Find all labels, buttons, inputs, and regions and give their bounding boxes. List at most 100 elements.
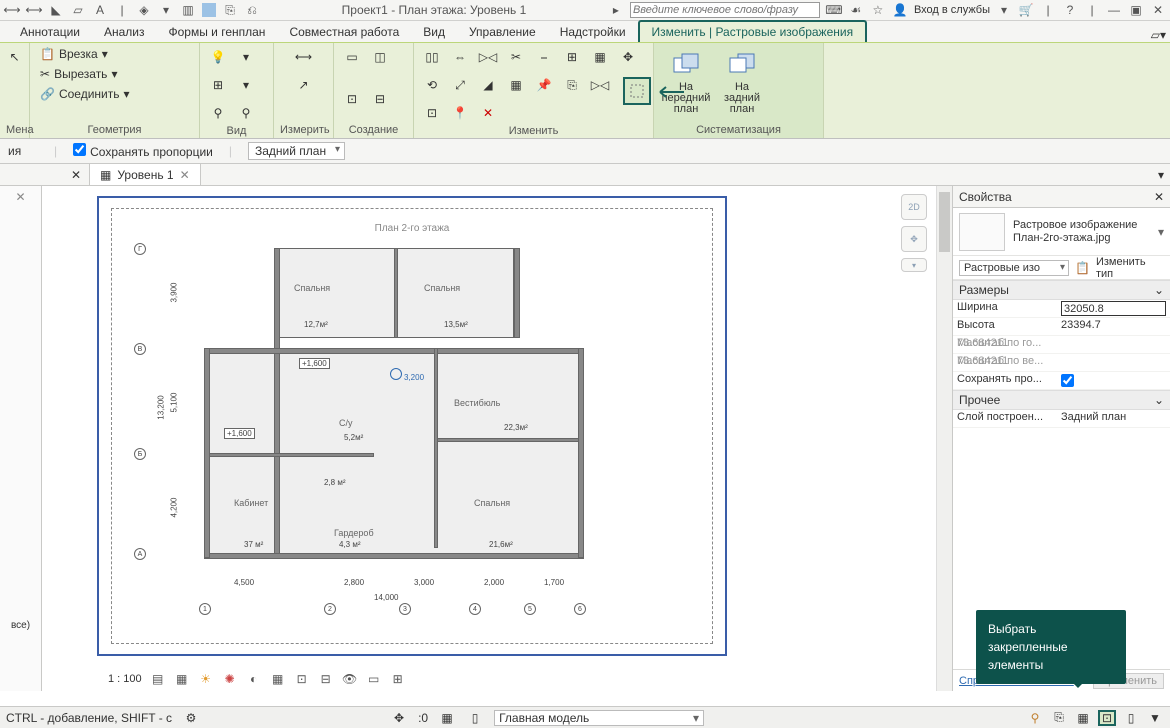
- play-icon[interactable]: ▸: [608, 2, 624, 18]
- comm-icon[interactable]: ☙: [848, 2, 864, 18]
- modify-icon[interactable]: ↖: [6, 45, 23, 69]
- close-icon[interactable]: ✕: [1154, 190, 1164, 204]
- lock-icon[interactable]: ▾: [234, 73, 258, 97]
- chevron-down-icon[interactable]: ▾: [1158, 225, 1164, 239]
- ribbon-collapse-icon[interactable]: ▱▾: [1151, 28, 1166, 42]
- wall-icon[interactable]: ▱: [70, 2, 86, 18]
- viewcube-icon[interactable]: 2D: [901, 194, 927, 220]
- mirror-icon[interactable]: ▷◁: [476, 45, 500, 69]
- group-other[interactable]: Прочее⌄: [953, 390, 1170, 410]
- restore-icon[interactable]: ▣: [1128, 2, 1144, 18]
- doc-tabs-menu-icon[interactable]: ▾: [1152, 164, 1170, 185]
- crop-icon[interactable]: ⊡: [294, 671, 310, 687]
- collapse-icon[interactable]: ⌄: [1154, 283, 1164, 297]
- corner-icon[interactable]: ◢: [476, 73, 500, 97]
- type-selector[interactable]: Растровое изображение План-2го-этажа.jpg…: [953, 208, 1170, 256]
- star-icon[interactable]: ☆: [870, 2, 886, 18]
- shadows-icon[interactable]: ◐: [246, 671, 262, 687]
- angle-icon[interactable]: ◣: [48, 2, 64, 18]
- pin1-icon[interactable]: ⚲: [206, 101, 230, 125]
- model-combo[interactable]: Главная модель: [494, 710, 704, 726]
- group-dimensions[interactable]: Размеры⌄: [953, 280, 1170, 300]
- edit-type-icon[interactable]: 📋: [1075, 261, 1090, 275]
- array-icon[interactable]: ⊞: [560, 45, 584, 69]
- bring-front-button[interactable]: На передний план: [660, 45, 712, 117]
- redo-icon[interactable]: ⎌: [244, 2, 260, 18]
- temp-icon[interactable]: ⊞: [390, 671, 406, 687]
- sheet-icon[interactable]: ▥: [180, 2, 196, 18]
- dimension-icon[interactable]: ⟷: [4, 2, 20, 18]
- scale-icon[interactable]: ⤢: [448, 73, 472, 97]
- create3-icon[interactable]: ⊡: [340, 87, 364, 111]
- doc-tab-ghost[interactable]: ✕: [0, 164, 90, 185]
- split-icon[interactable]: ✂: [504, 45, 528, 69]
- scale-display[interactable]: 1 : 100: [108, 673, 142, 685]
- tab-view[interactable]: Вид: [411, 22, 457, 42]
- doc-tab-level1[interactable]: ▦ Уровень 1 ✕: [90, 164, 201, 185]
- rotate-icon[interactable]: ⟲: [420, 73, 444, 97]
- minimize-icon[interactable]: —: [1106, 2, 1122, 18]
- join-button[interactable]: 🔗Соединить▾: [36, 85, 134, 103]
- selection-icon[interactable]: ✥: [390, 710, 408, 726]
- palette-title-bar[interactable]: Свойства ✕: [953, 186, 1170, 208]
- draw-order-combo[interactable]: Задний план: [248, 142, 345, 160]
- collapse-icon[interactable]: ⌄: [1154, 393, 1164, 407]
- tab-collab[interactable]: Совместная работа: [277, 22, 411, 42]
- close-icon[interactable]: ✕: [15, 190, 25, 204]
- nav-collapse-icon[interactable]: ▾: [901, 258, 927, 272]
- cube-icon[interactable]: ◈: [136, 2, 152, 18]
- move-icon[interactable]: ✥: [616, 45, 640, 69]
- grid-icon[interactable]: ▦: [588, 45, 612, 69]
- mirror2-icon[interactable]: ▷◁: [588, 73, 612, 97]
- sun-icon[interactable]: ✺: [222, 671, 238, 687]
- create1-icon[interactable]: ▭: [340, 45, 364, 69]
- filter2-icon[interactable]: ▼: [1146, 710, 1164, 726]
- select-pinned-toggle[interactable]: ⊡: [1098, 710, 1116, 726]
- vertical-scrollbar[interactable]: [936, 186, 952, 691]
- view-icon[interactable]: ▾: [158, 2, 174, 18]
- unpin-icon[interactable]: 📍: [448, 101, 472, 125]
- s1-icon[interactable]: ⚲: [1026, 710, 1044, 726]
- s5-icon[interactable]: ▯: [1122, 710, 1140, 726]
- s3-icon[interactable]: ▦: [1074, 710, 1092, 726]
- cut-button[interactable]: ✂Вырезать▾: [36, 65, 121, 83]
- palette-icon[interactable]: [202, 3, 216, 17]
- pin2-icon[interactable]: ⚲: [234, 101, 258, 125]
- scale-list-icon[interactable]: ▤: [150, 671, 166, 687]
- measure-icon[interactable]: ⟷: [292, 45, 316, 69]
- array2-icon[interactable]: ▦: [504, 73, 528, 97]
- palette-icon[interactable]: ▾: [234, 45, 258, 69]
- left-panel-collapsed[interactable]: ✕ все): [0, 186, 42, 691]
- cart-icon[interactable]: 🛒: [1018, 2, 1034, 18]
- trim-icon[interactable]: ⎯: [532, 45, 556, 69]
- dimension2-icon[interactable]: ⟷: [26, 2, 42, 18]
- tab-massing[interactable]: Формы и генплан: [157, 22, 278, 42]
- tab-annotations[interactable]: Аннотации: [8, 22, 92, 42]
- align-icon[interactable]: ▯▯: [420, 45, 444, 69]
- copy-icon[interactable]: ⎘: [560, 73, 584, 97]
- login-link[interactable]: Вход в службы: [914, 4, 990, 16]
- tab-analysis[interactable]: Анализ: [92, 22, 157, 42]
- prop-value[interactable]: Задний план: [1057, 410, 1170, 427]
- keep-ratio-checkbox[interactable]: [1061, 373, 1074, 388]
- tab-modify-raster[interactable]: Изменить | Растровые изображения: [638, 20, 868, 42]
- user-icon[interactable]: 👤: [892, 2, 908, 18]
- create4-icon[interactable]: ⊟: [368, 87, 392, 111]
- snap-indicator[interactable]: :0: [418, 711, 428, 725]
- crop2-icon[interactable]: ⊟: [318, 671, 334, 687]
- filter-icon[interactable]: ▯: [466, 710, 484, 726]
- keep-proportions-checkbox[interactable]: Сохранять пропорции: [73, 143, 213, 159]
- hide-icon[interactable]: 👁: [342, 671, 358, 687]
- text-icon[interactable]: A: [92, 2, 108, 18]
- render-icon[interactable]: ▦: [270, 671, 286, 687]
- bulb-icon[interactable]: 💡: [206, 45, 230, 69]
- s2-icon[interactable]: ⎘: [1050, 710, 1068, 726]
- scroll-thumb[interactable]: [939, 192, 950, 252]
- close-icon[interactable]: ✕: [71, 168, 81, 182]
- steering-icon[interactable]: ✥: [901, 226, 927, 252]
- detail-level-icon[interactable]: ▦: [174, 671, 190, 687]
- keyboard-icon[interactable]: ⌨: [826, 2, 842, 18]
- status-icon[interactable]: ⚙: [182, 710, 200, 726]
- width-input[interactable]: [1061, 301, 1166, 316]
- pin-icon[interactable]: 📌: [532, 73, 556, 97]
